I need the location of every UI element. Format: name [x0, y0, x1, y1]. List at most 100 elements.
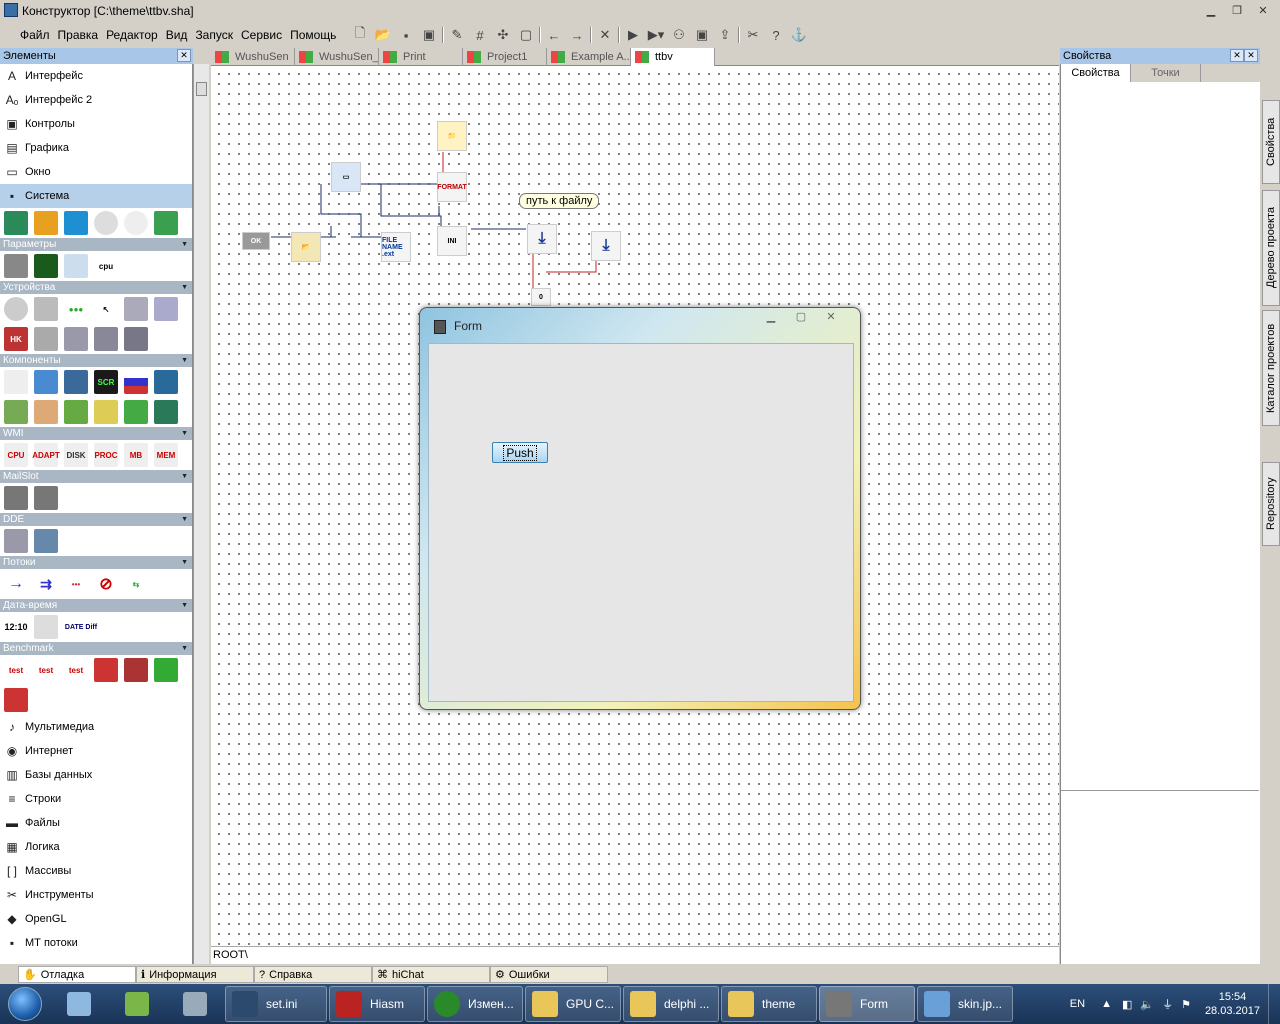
undo-icon[interactable]: ← — [544, 25, 564, 45]
tab-properties[interactable]: Свойства — [1061, 64, 1131, 82]
wmi-motherboard-icon[interactable]: MB — [124, 443, 148, 467]
wmi-process-icon[interactable]: PROC — [94, 443, 118, 467]
clock-component-icon[interactable] — [124, 211, 148, 235]
tab-project1[interactable]: Project1 — [463, 48, 547, 66]
category-arrays[interactable]: [ ] Массивы — [0, 859, 192, 883]
cube-icon[interactable] — [154, 370, 178, 394]
settings-doc-icon[interactable] — [34, 400, 58, 424]
cursor-icon[interactable]: ↖ — [94, 297, 118, 321]
category-mt-threads[interactable]: ▪ МТ потоки — [0, 931, 192, 955]
category-multimedia[interactable]: ♪ Мультимедиа — [0, 715, 192, 739]
close-icon[interactable]: ✕ — [1252, 2, 1274, 18]
menu-view[interactable]: Вид — [162, 28, 192, 42]
bench-flag-icon[interactable] — [94, 658, 118, 682]
screensaver-icon[interactable]: SCR — [94, 370, 118, 394]
gear-icon[interactable] — [4, 400, 28, 424]
cpu-icon[interactable]: cpu — [94, 254, 118, 278]
test-disk-icon[interactable]: test — [64, 658, 88, 682]
align-icon[interactable]: ✣ — [493, 25, 513, 45]
windows-component-icon[interactable] — [34, 211, 58, 235]
screen-icon[interactable] — [34, 370, 58, 394]
elements-scrollbar[interactable] — [193, 64, 209, 964]
redo-icon[interactable]: → — [567, 25, 587, 45]
category-system[interactable]: ▪ Система — [0, 184, 192, 208]
save-icon[interactable]: ▪ — [396, 25, 416, 45]
task-chrome[interactable]: Измен... — [427, 986, 523, 1022]
tab-ttbv[interactable]: ttbv — [631, 48, 715, 66]
menu-file[interactable]: Файл — [16, 28, 54, 42]
date-diff-icon[interactable]: DATE Diff — [64, 615, 98, 639]
wmi-disk-icon[interactable]: DISK — [64, 443, 88, 467]
side-tab-repository[interactable]: Repository — [1262, 462, 1280, 546]
printer-icon[interactable] — [34, 327, 58, 351]
task-skin-image[interactable]: skin.jp... — [917, 986, 1013, 1022]
category-strings[interactable]: ≡ Строки — [0, 787, 192, 811]
drive-icon[interactable] — [94, 327, 118, 351]
tab-information[interactable]: ℹ Информация — [136, 966, 254, 983]
tab-help[interactable]: ? Справка — [254, 966, 372, 983]
time-icon[interactable]: 12:10 — [4, 615, 28, 639]
bench-board-icon[interactable] — [124, 658, 148, 682]
push-button[interactable]: Push — [492, 442, 548, 463]
group-wmi[interactable]: WMI — [0, 427, 192, 440]
group-threads[interactable]: Потоки — [0, 556, 192, 569]
pinned-chart[interactable] — [110, 986, 164, 1022]
maximize-icon[interactable]: ❐ — [1226, 2, 1248, 18]
board-icon[interactable] — [124, 400, 148, 424]
scanner-icon[interactable] — [34, 297, 58, 321]
printer-2-icon[interactable] — [64, 327, 88, 351]
leds-icon[interactable]: ●●● — [64, 297, 88, 321]
group-parameters[interactable]: Параметры — [0, 238, 192, 251]
delete-icon[interactable]: ✕ — [595, 25, 615, 45]
export-icon[interactable]: ⇪ — [715, 25, 735, 45]
open-dialog-node[interactable]: 📂 — [291, 232, 321, 262]
folder-node[interactable]: 📁 — [437, 121, 467, 151]
pinned-calculator[interactable] — [168, 986, 222, 1022]
task-hiasm[interactable]: Hiasm — [329, 986, 425, 1022]
port-icon[interactable] — [124, 327, 148, 351]
calendar-icon[interactable] — [34, 615, 58, 639]
frame-icon[interactable]: ▢ — [516, 25, 536, 45]
performance-graph-icon[interactable] — [34, 254, 58, 278]
close-panel-icon[interactable]: ✕ — [1244, 49, 1258, 62]
info-icon[interactable] — [64, 254, 88, 278]
pinned-explorer[interactable] — [52, 986, 106, 1022]
wmi-cpu-icon[interactable]: CPU — [4, 443, 28, 467]
task-set-ini[interactable]: set.ini — [225, 986, 327, 1022]
category-tools[interactable]: ✂ Инструменты — [0, 883, 192, 907]
computer-component-icon[interactable] — [4, 211, 28, 235]
task-delphi-folder[interactable]: delphi ... — [623, 986, 719, 1022]
double-arrow-icon[interactable]: ⇉ — [34, 572, 58, 596]
action-center-icon[interactable]: ⚑ — [1181, 998, 1191, 1011]
task-form[interactable]: Form — [819, 986, 915, 1022]
pin-icon[interactable]: ✕ — [1230, 49, 1244, 62]
tray-expand-icon[interactable]: ▲ — [1101, 998, 1112, 1010]
wmi-memory-icon[interactable]: MEM — [154, 443, 178, 467]
ini-file-node[interactable]: INI — [437, 226, 467, 256]
network-icon[interactable] — [154, 400, 178, 424]
lightning-component-icon[interactable] — [64, 211, 88, 235]
build-icon[interactable]: ▣ — [692, 25, 712, 45]
anchor-icon[interactable]: ⚓ — [789, 25, 809, 45]
category-opengl[interactable]: ◆ OpenGL — [0, 907, 192, 931]
task-gpu-folder[interactable]: GPU C... — [525, 986, 621, 1022]
form-preview-window[interactable]: Form ▁ ▢ ✕ Push — [419, 307, 861, 710]
dde-client-icon[interactable] — [4, 529, 28, 553]
format-node[interactable]: FORMAT — [437, 172, 467, 202]
scrollbar-thumb[interactable] — [196, 82, 207, 96]
tab-debug[interactable]: ✋ Отладка — [18, 966, 136, 983]
show-desktop-button[interactable] — [1268, 984, 1280, 1024]
clock[interactable]: 15:54 28.03.2017 — [1205, 990, 1260, 1018]
new-file-icon[interactable]: 🗋 — [350, 25, 370, 45]
side-tab-project-catalog[interactable]: Каталог проектов — [1262, 310, 1280, 426]
dots-icon[interactable]: ••• — [64, 572, 88, 596]
category-graphics[interactable]: ▤ Графика — [0, 136, 192, 160]
thread-component-icon[interactable] — [154, 211, 178, 235]
tab-wushusen[interactable]: WushuSen — [211, 48, 295, 66]
form-minimize-icon[interactable]: ▁ — [756, 308, 786, 325]
memory-chip-icon[interactable] — [4, 254, 28, 278]
debug-icon[interactable]: ⚇ — [669, 25, 689, 45]
dde-server-icon[interactable] — [34, 529, 58, 553]
form-node[interactable]: ▭ — [331, 162, 361, 192]
network-icon[interactable]: ◧ — [1122, 998, 1132, 1011]
